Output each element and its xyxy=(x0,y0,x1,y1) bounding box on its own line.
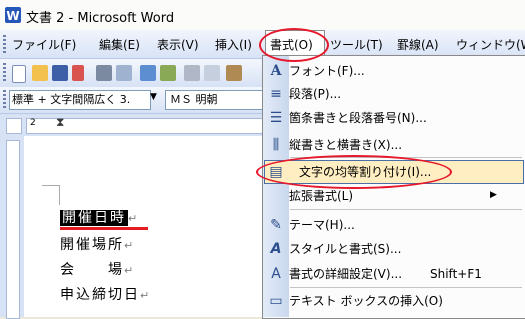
bullets-icon: ☰ xyxy=(269,110,283,126)
menu-window[interactable]: ウィンドウ(W) xyxy=(456,36,525,53)
menu-separator xyxy=(290,287,522,288)
paragraph-mark: ↵ xyxy=(124,264,136,277)
print-icon[interactable] xyxy=(96,65,112,81)
menu-separator xyxy=(290,209,522,210)
menubar-grip[interactable] xyxy=(3,35,6,53)
permission-icon[interactable] xyxy=(72,65,84,81)
menu-item-distribute[interactable]: 文字の均等割り付け(I)... xyxy=(299,161,431,183)
textbox-icon: ▭ xyxy=(269,293,283,309)
ruler-number: 2 xyxy=(30,118,36,128)
menu-view[interactable]: 表示(V) xyxy=(157,36,199,53)
window-title: 文書 2 - Microsoft Word xyxy=(26,11,175,26)
menu-item-theme[interactable]: テーマ(H)... xyxy=(289,214,355,236)
style-dropdown-icon[interactable]: ▼ xyxy=(150,92,157,102)
menu-separator xyxy=(290,157,522,158)
theme-icon: ✎ xyxy=(270,217,282,233)
menu-item-styles[interactable]: スタイルと書式(S)... xyxy=(289,238,401,260)
doc-line[interactable]: 会 場↵ xyxy=(60,259,135,279)
tab-selector[interactable] xyxy=(6,118,22,134)
doc-line[interactable]: 申込締切日↵ xyxy=(60,284,151,304)
menu-item-extended[interactable]: 拡張書式(L) xyxy=(289,185,353,207)
text-direction-icon: ⫼ xyxy=(272,137,280,153)
shortcut-label: Shift+F1 xyxy=(430,267,482,281)
spelling-icon[interactable] xyxy=(140,65,156,81)
menu-format[interactable]: 書式(O) xyxy=(270,36,313,53)
font-select[interactable]: ＭＳ 明朝 xyxy=(165,90,266,110)
menu-edit[interactable]: 編集(E) xyxy=(99,36,140,53)
svg-text:W: W xyxy=(6,9,19,23)
menu-item-bullets[interactable]: 箇条書きと段落番号(N)... xyxy=(289,107,427,129)
indent-marker-icon[interactable]: ⧗ xyxy=(56,115,64,130)
vertical-ruler-strip xyxy=(6,140,20,319)
new-document-icon[interactable] xyxy=(12,65,26,83)
styles-icon: A xyxy=(270,241,282,257)
submenu-arrow-icon: ▶ xyxy=(490,190,497,200)
format-toolbar-grip[interactable] xyxy=(3,90,6,108)
menu-item-font[interactable]: フォント(F)... xyxy=(289,60,365,82)
menu-item-paragraph[interactable]: 段落(P)... xyxy=(289,83,341,105)
paste-icon[interactable] xyxy=(226,65,242,81)
menu-table[interactable]: 罫線(A) xyxy=(397,36,439,53)
red-underline xyxy=(60,227,148,230)
paragraph-mark: ↵ xyxy=(140,289,152,302)
distribute-icon: ▤ xyxy=(269,164,283,180)
reveal-format-icon: A xyxy=(271,266,281,282)
style-select[interactable]: 標準 + 文字間隔広く 3. xyxy=(9,90,151,110)
doc-line[interactable]: 開催日時 ↵ xyxy=(60,207,139,227)
toolbar-grip[interactable] xyxy=(3,63,6,83)
selected-text[interactable]: 開催日時 xyxy=(60,210,128,226)
paragraph-icon: ≡ xyxy=(270,86,282,102)
paragraph-mark: ↵ xyxy=(128,212,140,225)
line-text: 申込締切日 xyxy=(60,287,140,303)
margin-corner-mark xyxy=(42,185,60,186)
line-text: 会 場 xyxy=(60,262,124,278)
margin-corner-mark-v xyxy=(59,185,60,205)
menu-tools[interactable]: ツール(T) xyxy=(330,36,383,53)
menu-file[interactable]: ファイル(F) xyxy=(12,36,76,53)
save-icon[interactable] xyxy=(52,65,68,81)
doc-line[interactable]: 開催場所↵ xyxy=(60,234,135,254)
research-icon[interactable] xyxy=(160,65,176,81)
open-folder-icon[interactable] xyxy=(32,65,48,81)
paragraph-mark: ↵ xyxy=(124,239,136,252)
copy-icon[interactable] xyxy=(204,65,220,81)
print-preview-icon[interactable] xyxy=(116,65,132,81)
font-icon: A xyxy=(270,63,282,79)
menu-item-textbox[interactable]: テキスト ボックスの挿入(O) xyxy=(289,290,443,312)
menu-insert[interactable]: 挿入(I) xyxy=(215,36,252,53)
word-app-icon: W xyxy=(5,7,21,23)
line-text: 開催場所 xyxy=(60,237,124,253)
menu-item-text-direction[interactable]: 縦書きと横書き(X)... xyxy=(289,134,402,156)
cut-icon[interactable] xyxy=(184,65,200,81)
menu-item-reveal-format[interactable]: 書式の詳細設定(V)... xyxy=(289,263,402,285)
